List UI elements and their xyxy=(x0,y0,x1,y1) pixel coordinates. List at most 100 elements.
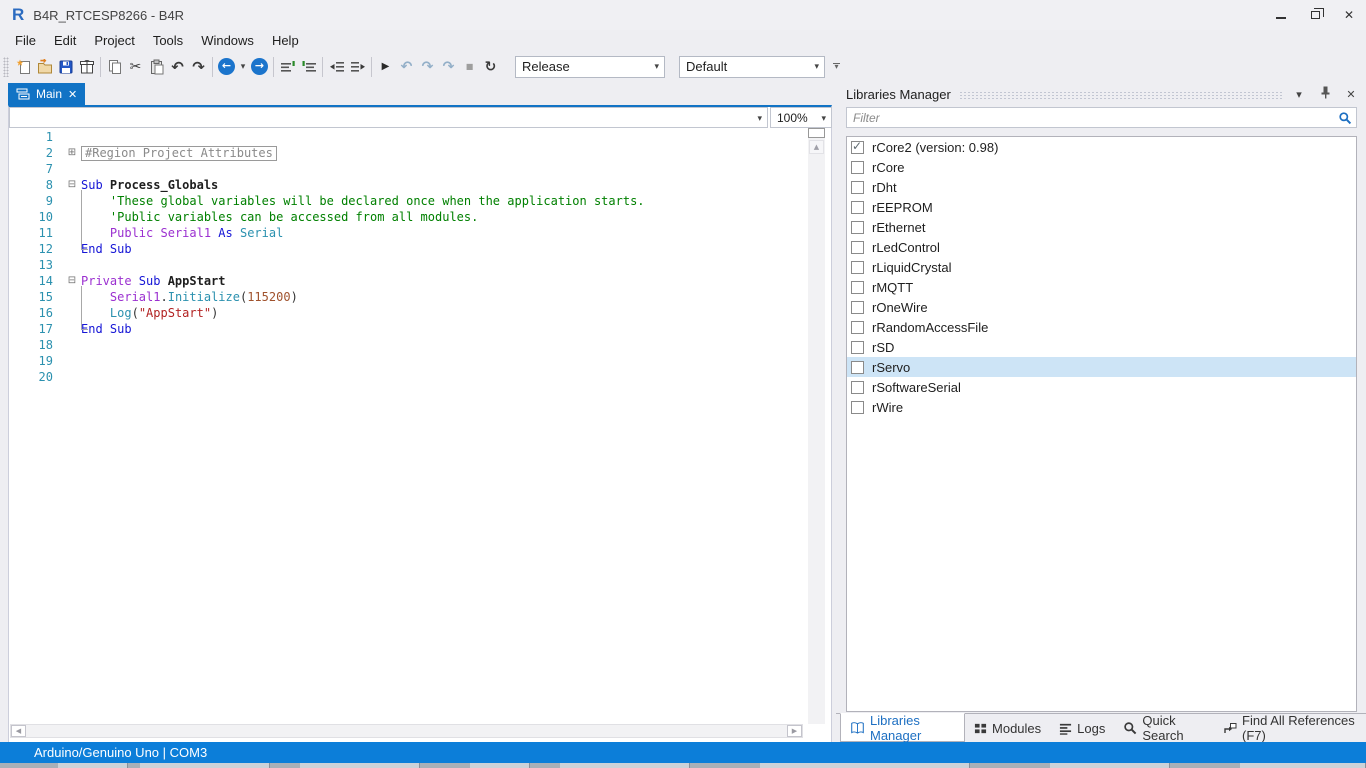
library-item-ronewire[interactable]: rOneWire xyxy=(847,297,1356,317)
library-item-rliquidcrystal[interactable]: rLiquidCrystal xyxy=(847,257,1356,277)
checkbox-icon[interactable] xyxy=(851,241,864,254)
scroll-right-icon[interactable]: ▶ xyxy=(787,725,802,737)
checkbox-icon[interactable] xyxy=(851,361,864,374)
library-item-rsd[interactable]: rSD xyxy=(847,337,1356,357)
save-icon[interactable] xyxy=(55,55,76,79)
checkbox-icon[interactable] xyxy=(851,381,864,394)
library-item-rdht[interactable]: rDht xyxy=(847,177,1356,197)
comment-selection-icon[interactable] xyxy=(277,55,298,79)
vertical-scrollbar[interactable]: ▲ xyxy=(808,129,825,724)
checkbox-icon[interactable] xyxy=(851,301,864,314)
menu-tools[interactable]: Tools xyxy=(144,33,192,48)
code-line[interactable]: 11 Public Serial1 As Serial xyxy=(9,225,809,241)
pin-button[interactable] xyxy=(1316,86,1334,102)
menu-file[interactable]: File xyxy=(6,33,45,48)
scroll-left-icon[interactable]: ◀ xyxy=(11,725,26,737)
step-out-icon[interactable]: ↷ xyxy=(438,55,459,79)
panel-tab-find-all-references-f7-[interactable]: Find All References (F7) xyxy=(1214,714,1366,742)
horizontal-scrollbar[interactable]: ◀ ▶ xyxy=(10,724,803,738)
paste-icon[interactable] xyxy=(146,55,167,79)
code-line[interactable]: 8⊟Sub Process_Globals xyxy=(9,177,809,193)
library-item-rcore[interactable]: rCore xyxy=(847,157,1356,177)
stop-icon[interactable]: ■ xyxy=(459,55,480,79)
toolbar-grip[interactable] xyxy=(3,57,9,77)
code-line[interactable]: 16 Log("AppStart") xyxy=(9,305,809,321)
code-line[interactable]: 7 xyxy=(9,161,809,177)
fold-collapse-icon[interactable]: ⊟ xyxy=(63,177,81,193)
navigate-back-icon[interactable]: ← xyxy=(216,55,237,79)
redo-icon[interactable]: ↷ xyxy=(188,55,209,79)
code-line[interactable]: 12End Sub xyxy=(9,241,809,257)
menu-project[interactable]: Project xyxy=(85,33,143,48)
copy-icon[interactable] xyxy=(104,55,125,79)
undo-icon[interactable]: ↶ xyxy=(167,55,188,79)
panel-position-button[interactable]: ▾ xyxy=(1290,88,1308,101)
code-line[interactable]: 17End Sub xyxy=(9,321,809,337)
code-line[interactable]: 13 xyxy=(9,257,809,273)
panel-tab-logs[interactable]: Logs xyxy=(1050,714,1114,742)
new-file-icon[interactable] xyxy=(13,55,34,79)
back-history-dropdown-icon[interactable]: ▾ xyxy=(237,55,249,79)
toolbar-overflow-button[interactable]: ▾ xyxy=(833,63,840,70)
tab-main[interactable]: Main ✕ xyxy=(8,83,85,105)
navigate-forward-icon[interactable]: → xyxy=(249,55,270,79)
library-item-reeprom[interactable]: rEEPROM xyxy=(847,197,1356,217)
checkbox-icon[interactable] xyxy=(851,201,864,214)
checkbox-icon[interactable] xyxy=(851,321,864,334)
code-line[interactable]: 2⊞#Region Project Attributes xyxy=(9,145,809,161)
code-line[interactable]: 9 'These global variables will be declar… xyxy=(9,193,809,209)
close-button[interactable]: ✕ xyxy=(1332,0,1366,30)
library-item-rsoftwareserial[interactable]: rSoftwareSerial xyxy=(847,377,1356,397)
filter-input[interactable] xyxy=(847,111,1334,125)
library-item-rledcontrol[interactable]: rLedControl xyxy=(847,237,1356,257)
uncomment-selection-icon[interactable] xyxy=(298,55,319,79)
library-item-rwire[interactable]: rWire xyxy=(847,397,1356,417)
search-icon[interactable] xyxy=(1334,111,1356,125)
panel-tab-modules[interactable]: Modules xyxy=(965,714,1050,742)
scroll-up-icon[interactable]: ▲ xyxy=(809,140,824,154)
build-configuration-select[interactable]: Release ▾ xyxy=(515,56,665,78)
open-project-icon[interactable] xyxy=(34,55,55,79)
minimize-button[interactable] xyxy=(1264,0,1298,30)
panel-tab-quick-search[interactable]: Quick Search xyxy=(1114,714,1214,742)
checkbox-icon[interactable] xyxy=(851,161,864,174)
menu-windows[interactable]: Windows xyxy=(192,33,263,48)
cut-icon[interactable]: ✂ xyxy=(125,55,146,79)
tab-close-icon[interactable]: ✕ xyxy=(68,88,77,101)
step-into-icon[interactable]: ↷ xyxy=(417,55,438,79)
checkbox-icon[interactable] xyxy=(851,281,864,294)
member-navigation-select[interactable]: ▾ xyxy=(9,107,768,128)
library-item-rmqtt[interactable]: rMQTT xyxy=(847,277,1356,297)
fold-expand-icon[interactable]: ⊞ xyxy=(63,145,81,161)
code-line[interactable]: 10 'Public variables can be accessed fro… xyxy=(9,209,809,225)
zoom-select[interactable]: 100% ▾ xyxy=(770,107,832,128)
code-line[interactable]: 1 xyxy=(9,129,809,145)
library-item-rservo[interactable]: rServo xyxy=(847,357,1356,377)
code-line[interactable]: 14⊟Private Sub AppStart xyxy=(9,273,809,289)
code-line[interactable]: 15 Serial1.Initialize(115200) xyxy=(9,289,809,305)
code-line[interactable]: 19 xyxy=(9,353,809,369)
library-item-rethernet[interactable]: rEthernet xyxy=(847,217,1356,237)
checkbox-icon[interactable] xyxy=(851,261,864,274)
checkbox-checked-icon[interactable]: ✓ xyxy=(851,141,864,154)
outdent-icon[interactable] xyxy=(326,55,347,79)
step-over-icon[interactable]: ↶ xyxy=(396,55,417,79)
panel-close-button[interactable]: ✕ xyxy=(1342,88,1360,101)
export-project-icon[interactable] xyxy=(76,55,97,79)
menu-edit[interactable]: Edit xyxy=(45,33,85,48)
panel-tab-libraries-manager[interactable]: Libraries Manager xyxy=(840,713,965,742)
rebuild-icon[interactable]: ↻ xyxy=(480,55,501,79)
split-handle[interactable] xyxy=(808,128,825,138)
library-item-rrandomaccessfile[interactable]: rRandomAccessFile xyxy=(847,317,1356,337)
fold-collapse-icon[interactable]: ⊟ xyxy=(63,273,81,289)
checkbox-icon[interactable] xyxy=(851,181,864,194)
checkbox-icon[interactable] xyxy=(851,221,864,234)
code-text-area[interactable]: 12⊞#Region Project Attributes78⊟Sub Proc… xyxy=(9,129,809,429)
code-line[interactable]: 18 xyxy=(9,337,809,353)
run-icon[interactable]: ▶ xyxy=(375,55,396,79)
checkbox-icon[interactable] xyxy=(851,401,864,414)
library-item-rcore2[interactable]: ✓rCore2 (version: 0.98) xyxy=(847,137,1356,157)
profile-select[interactable]: Default ▾ xyxy=(679,56,825,78)
checkbox-icon[interactable] xyxy=(851,341,864,354)
indent-icon[interactable] xyxy=(347,55,368,79)
